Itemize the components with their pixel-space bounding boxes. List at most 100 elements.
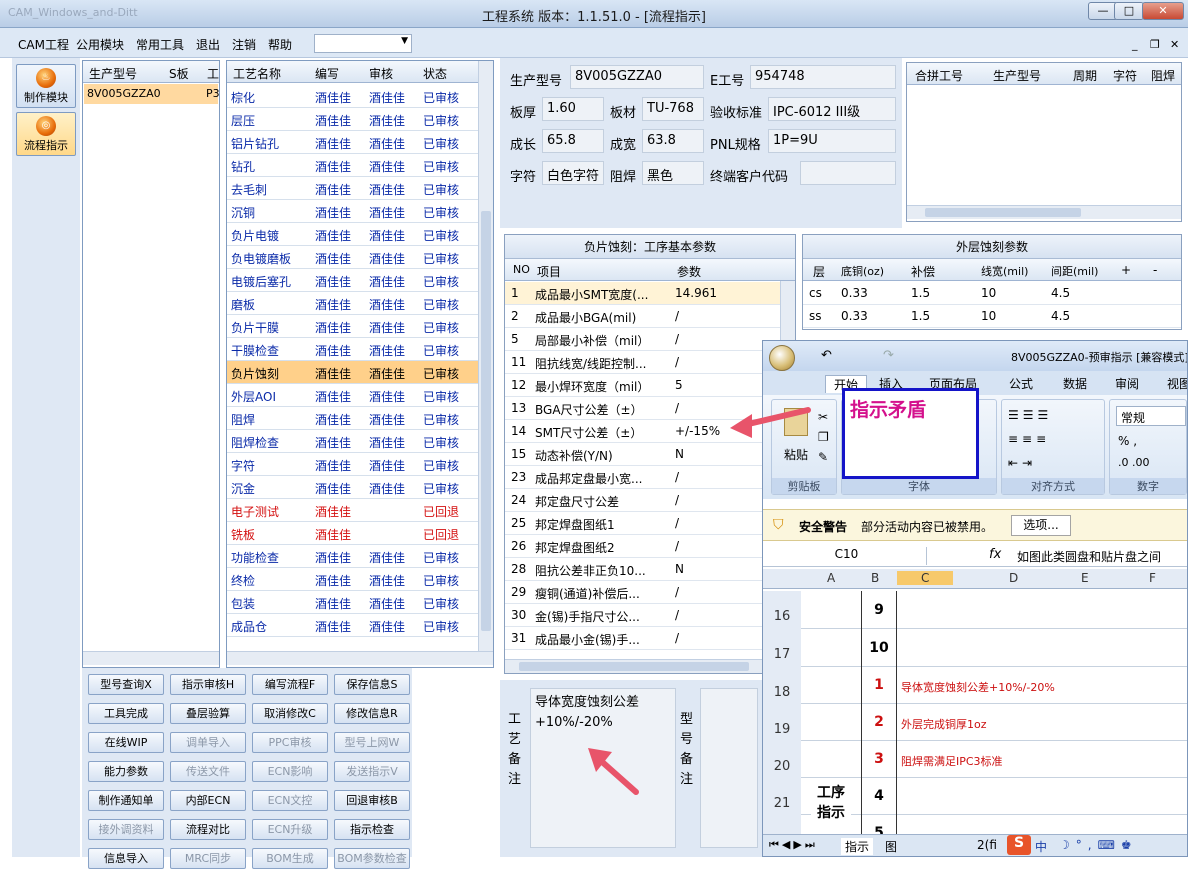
options-button[interactable]: 选项... (1011, 515, 1071, 536)
thickness-field[interactable]: 1.60 (542, 97, 604, 121)
table-row[interactable]: 23 成品邦定盘最小宽... / (505, 466, 781, 489)
table-row[interactable]: 字符 酒佳佳 酒佳佳 已审核 (227, 453, 479, 476)
table-row[interactable]: 包装 酒佳佳 酒佳佳 已审核 (227, 591, 479, 614)
col-space[interactable]: 间距(mil) (1051, 263, 1098, 279)
command-button[interactable]: 内部ECN (170, 790, 246, 811)
maximize-button[interactable]: □ (1114, 2, 1144, 20)
table-row[interactable]: 2 成品最小BGA(mil) / (505, 305, 781, 328)
process-grid-vscroll[interactable] (478, 61, 493, 653)
ime-tray-icons[interactable]: ☽°,⌨♚ (1059, 838, 1138, 852)
menu-cam[interactable]: CAM工程 (18, 36, 69, 53)
eno-field[interactable]: 954748 (750, 65, 896, 89)
column-header[interactable]: E (1081, 571, 1089, 585)
command-button[interactable]: 叠层验算 (170, 703, 246, 724)
column-header[interactable]: A (827, 571, 835, 585)
table-row[interactable]: 终检 酒佳佳 酒佳佳 已审核 (227, 568, 479, 591)
command-button[interactable]: 回退审核B (334, 790, 410, 811)
col-plus[interactable]: + (1121, 263, 1131, 277)
sheet-tab-guide[interactable]: 指示 (841, 838, 874, 855)
table-row[interactable]: 24 邦定盘尺寸公差 / (505, 489, 781, 512)
undo-icon[interactable]: ↶ (821, 348, 832, 363)
table-row[interactable]: 29 瘦铜(通道)补偿后... / (505, 581, 781, 604)
table-row[interactable]: ss 0.33 1.5 10 4.5 (803, 305, 1181, 328)
col-layer[interactable]: 层 (813, 263, 825, 280)
command-button[interactable]: 能力参数 (88, 761, 164, 782)
table-row[interactable]: 负电镀磨板 酒佳佳 酒佳佳 已审核 (227, 246, 479, 269)
close-button[interactable]: ✕ (1142, 2, 1184, 20)
command-button[interactable]: 工具完成 (88, 703, 164, 724)
col-oz[interactable]: 底铜(oz) (841, 263, 884, 279)
toolbar-combo[interactable]: ▼ (314, 34, 412, 53)
menu-tools[interactable]: 常用工具 (136, 36, 184, 53)
sheet-row[interactable]: 18 1 导体宽度蚀刻公差+10%/-20% (763, 667, 1187, 704)
col-extra[interactable]: 工 (207, 65, 219, 82)
command-button[interactable]: 传送文件 (170, 761, 246, 782)
align-row2-icon[interactable]: ≡≡≡ (1008, 432, 1050, 446)
process-grid-hscroll[interactable] (227, 651, 493, 665)
format-painter-icon[interactable]: ✎ (818, 450, 828, 464)
sheet-row[interactable]: 16 9 (763, 591, 1187, 629)
indent-icon[interactable]: ⇤⇥ (1008, 456, 1036, 470)
command-button[interactable]: 流程对比 (170, 819, 246, 840)
command-button[interactable]: ECN升级 (252, 819, 328, 840)
menu-common-module[interactable]: 公用模块 (76, 36, 124, 53)
percent-icon[interactable]: % , (1118, 434, 1137, 448)
copy-icon[interactable]: ❐ (818, 430, 829, 444)
table-row[interactable]: 沉铜 酒佳佳 酒佳佳 已审核 (227, 200, 479, 223)
col-combine-cycle[interactable]: 周期 (1073, 67, 1097, 84)
column-header[interactable]: B (871, 571, 879, 585)
model-grid-hscroll[interactable] (83, 651, 219, 665)
paste-button[interactable]: 粘贴 (784, 446, 808, 463)
mdi-close-button[interactable]: ✕ (1170, 38, 1179, 51)
col-combine-model[interactable]: 生产型号 (993, 67, 1041, 84)
char-field[interactable]: 白色字符 (542, 161, 604, 185)
office-button[interactable] (769, 345, 795, 371)
mdi-minimize-button[interactable]: _ (1132, 38, 1138, 51)
align-row1-icon[interactable]: ☰☰☰ (1008, 408, 1052, 422)
table-row[interactable]: 1 成品最小SMT宽度(... 14.961 (505, 282, 781, 305)
table-row[interactable]: 去毛刺 酒佳佳 酒佳佳 已审核 (227, 177, 479, 200)
sheet-nav-icons[interactable]: ⏮◀▶⏭ (769, 838, 818, 852)
command-button[interactable]: 修改信息R (334, 703, 410, 724)
material-field[interactable]: TU-768 (642, 97, 704, 121)
excel-tab[interactable]: 数据 (1063, 375, 1087, 392)
command-button[interactable]: 在线WIP (88, 732, 164, 753)
col-minus[interactable]: - (1153, 263, 1157, 277)
make-module-button[interactable]: ♨ 制作模块 (16, 64, 76, 108)
fx-icon[interactable]: fx (989, 547, 1001, 562)
col-combine-mask[interactable]: 阻焊 (1151, 67, 1175, 84)
table-row[interactable]: 电镀后塞孔 酒佳佳 酒佳佳 已审核 (227, 269, 479, 292)
ime-logo-icon[interactable]: S (1007, 835, 1031, 855)
combine-hscroll[interactable] (907, 205, 1181, 219)
decimal-icon[interactable]: .0 .00 (1118, 456, 1150, 469)
table-row[interactable]: 15 动态补偿(Y/N) N (505, 443, 781, 466)
command-button[interactable]: 型号上网W (334, 732, 410, 753)
command-button[interactable]: 指示检查 (334, 819, 410, 840)
command-button[interactable]: MRC同步 (170, 848, 246, 869)
column-header[interactable]: D (1009, 571, 1018, 585)
table-row[interactable]: 5 局部最小补偿（mil） / (505, 328, 781, 351)
command-button[interactable]: 编写流程F (252, 674, 328, 695)
menu-logout[interactable]: 注销 (232, 36, 256, 53)
table-row[interactable]: 钻孔 酒佳佳 酒佳佳 已审核 (227, 154, 479, 177)
cut-icon[interactable]: ✂ (818, 410, 828, 424)
column-header[interactable]: C (897, 571, 954, 585)
excel-tab[interactable]: 视图 (1167, 375, 1187, 392)
col-combine-char[interactable]: 字符 (1113, 67, 1137, 84)
customer-field[interactable] (800, 161, 896, 185)
redo-icon[interactable]: ↷ (883, 348, 894, 363)
model-remark-text[interactable] (700, 688, 758, 848)
command-button[interactable]: BOM参数检查 (334, 848, 410, 869)
table-row[interactable]: 电子测试 酒佳佳 已回退 (227, 499, 479, 522)
sheet-tab-third[interactable]: 2(fi (977, 838, 997, 852)
table-row[interactable]: 25 邦定焊盘图纸1 / (505, 512, 781, 535)
mask-field[interactable]: 黑色 (642, 161, 704, 185)
table-row[interactable]: 12 最小焊环宽度（mil） 5 (505, 374, 781, 397)
col-comp[interactable]: 补偿 (911, 263, 935, 280)
command-button[interactable]: ECN影响 (252, 761, 328, 782)
col-line[interactable]: 线宽(mil) (981, 263, 1028, 279)
command-button[interactable]: 取消修改C (252, 703, 328, 724)
table-row[interactable]: 负片蚀刻 酒佳佳 酒佳佳 已审核 (227, 361, 479, 384)
excel-tab[interactable]: 审阅 (1115, 375, 1139, 392)
command-button[interactable]: 信息导入 (88, 848, 164, 869)
